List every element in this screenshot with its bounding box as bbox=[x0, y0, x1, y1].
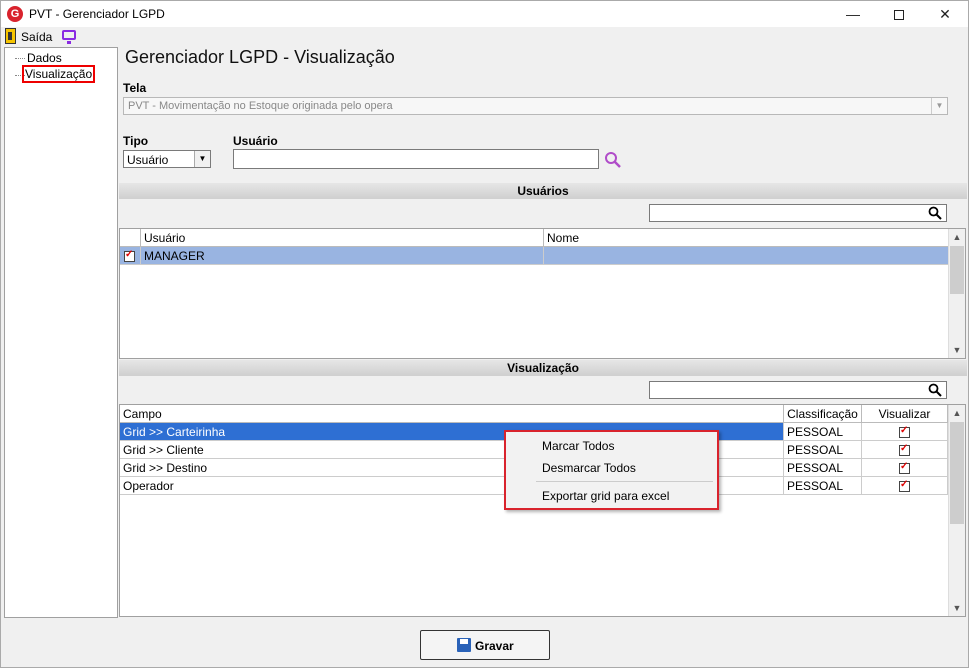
exit-button[interactable]: Saída bbox=[21, 30, 52, 44]
column-header-visualizar[interactable]: Visualizar bbox=[862, 405, 948, 423]
tela-value: PVT - Movimentação no Estoque originada … bbox=[128, 100, 393, 112]
table-cell-visualizar[interactable] bbox=[862, 441, 948, 459]
menu-item-marcar-todos[interactable]: Marcar Todos bbox=[542, 439, 614, 453]
scroll-up-icon[interactable]: ▲ bbox=[949, 405, 965, 421]
table-cell-nome[interactable] bbox=[544, 247, 949, 265]
checkbox-checked-icon[interactable] bbox=[899, 425, 910, 439]
table-cell-visualizar[interactable] bbox=[862, 459, 948, 477]
monitor-icon[interactable] bbox=[62, 30, 76, 44]
scroll-thumb[interactable] bbox=[950, 422, 964, 524]
scroll-up-icon[interactable]: ▲ bbox=[949, 229, 965, 245]
checkbox-checked-icon[interactable] bbox=[899, 479, 910, 493]
usuarios-grid: Usuário Nome MANAGER ▲ ▼ bbox=[119, 228, 966, 359]
table-cell-usuario[interactable]: MANAGER bbox=[141, 247, 544, 265]
vertical-scrollbar[interactable]: ▲ ▼ bbox=[948, 405, 965, 616]
checkbox-checked-icon[interactable] bbox=[899, 443, 910, 457]
tela-select[interactable]: PVT - Movimentação no Estoque originada … bbox=[123, 97, 948, 115]
search-icon[interactable] bbox=[604, 151, 622, 169]
menu-item-desmarcar-todos[interactable]: Desmarcar Todos bbox=[542, 461, 636, 475]
maximize-button[interactable] bbox=[876, 1, 922, 27]
app-logo-icon: G bbox=[7, 6, 23, 22]
page-title: Gerenciador LGPD - Visualização bbox=[125, 47, 395, 67]
title-bar: G PVT - Gerenciador LGPD — ✕ bbox=[1, 1, 968, 27]
menu-item-exportar-excel[interactable]: Exportar grid para excel bbox=[542, 489, 669, 503]
tipo-select[interactable]: Usuário ▼ bbox=[123, 150, 211, 168]
table-cell-visualizar[interactable] bbox=[862, 423, 948, 441]
chevron-down-icon[interactable]: ▼ bbox=[194, 151, 210, 167]
chevron-down-icon[interactable]: ▼ bbox=[931, 98, 947, 114]
tipo-label: Tipo bbox=[123, 134, 149, 148]
scroll-down-icon[interactable]: ▼ bbox=[949, 342, 965, 358]
navigation-tree: Dados Visualização bbox=[4, 47, 118, 618]
tipo-value: Usuário bbox=[127, 153, 169, 167]
tela-label: Tela bbox=[123, 81, 147, 95]
checkbox-checked-icon[interactable] bbox=[124, 249, 135, 263]
window-title: PVT - Gerenciador LGPD bbox=[29, 7, 165, 21]
save-button-label: Gravar bbox=[475, 639, 514, 653]
maximize-icon bbox=[894, 10, 904, 21]
table-cell-classificacao[interactable]: PESSOAL bbox=[784, 459, 862, 477]
scroll-down-icon[interactable]: ▼ bbox=[949, 600, 965, 616]
table-cell-classificacao[interactable]: PESSOAL bbox=[784, 477, 862, 495]
floppy-disk-icon bbox=[457, 638, 471, 652]
vertical-scrollbar[interactable]: ▲ ▼ bbox=[948, 229, 965, 358]
checkbox-column-header bbox=[120, 229, 141, 247]
row-checkbox[interactable] bbox=[120, 247, 141, 265]
close-button[interactable]: ✕ bbox=[922, 1, 968, 27]
usuarios-filter-input[interactable] bbox=[649, 204, 947, 222]
checkbox-checked-icon[interactable] bbox=[899, 461, 910, 475]
tree-item-dados[interactable]: Dados bbox=[27, 51, 62, 65]
table-cell-visualizar[interactable] bbox=[862, 477, 948, 495]
context-menu: Marcar Todos Desmarcar Todos Exportar gr… bbox=[504, 430, 719, 510]
minimize-button[interactable]: — bbox=[830, 1, 876, 27]
tree-item-visualizacao[interactable]: Visualização bbox=[22, 65, 96, 83]
column-header-usuario[interactable]: Usuário bbox=[141, 229, 544, 247]
visualizacao-filter-input[interactable] bbox=[649, 381, 947, 399]
save-button[interactable]: Gravar bbox=[420, 630, 550, 660]
search-icon[interactable] bbox=[928, 206, 942, 220]
column-header-classificacao[interactable]: Classificação bbox=[784, 405, 862, 423]
menu-separator bbox=[536, 481, 713, 482]
usuarios-section-header: Usuários bbox=[119, 183, 967, 199]
tree-connector bbox=[15, 58, 25, 59]
usuario-label: Usuário bbox=[233, 134, 278, 148]
column-header-campo[interactable]: Campo bbox=[120, 405, 784, 423]
table-cell-classificacao[interactable]: PESSOAL bbox=[784, 441, 862, 459]
search-icon[interactable] bbox=[928, 383, 942, 397]
toolbar: Saída bbox=[1, 27, 968, 47]
exit-icon[interactable] bbox=[5, 28, 16, 44]
scroll-thumb[interactable] bbox=[950, 246, 964, 294]
usuario-input[interactable] bbox=[233, 149, 599, 169]
visualizacao-section-header: Visualização bbox=[119, 360, 967, 376]
table-cell-classificacao[interactable]: PESSOAL bbox=[784, 423, 862, 441]
column-header-nome[interactable]: Nome bbox=[544, 229, 949, 247]
app-window: G PVT - Gerenciador LGPD — ✕ Saída Dados… bbox=[0, 0, 969, 668]
